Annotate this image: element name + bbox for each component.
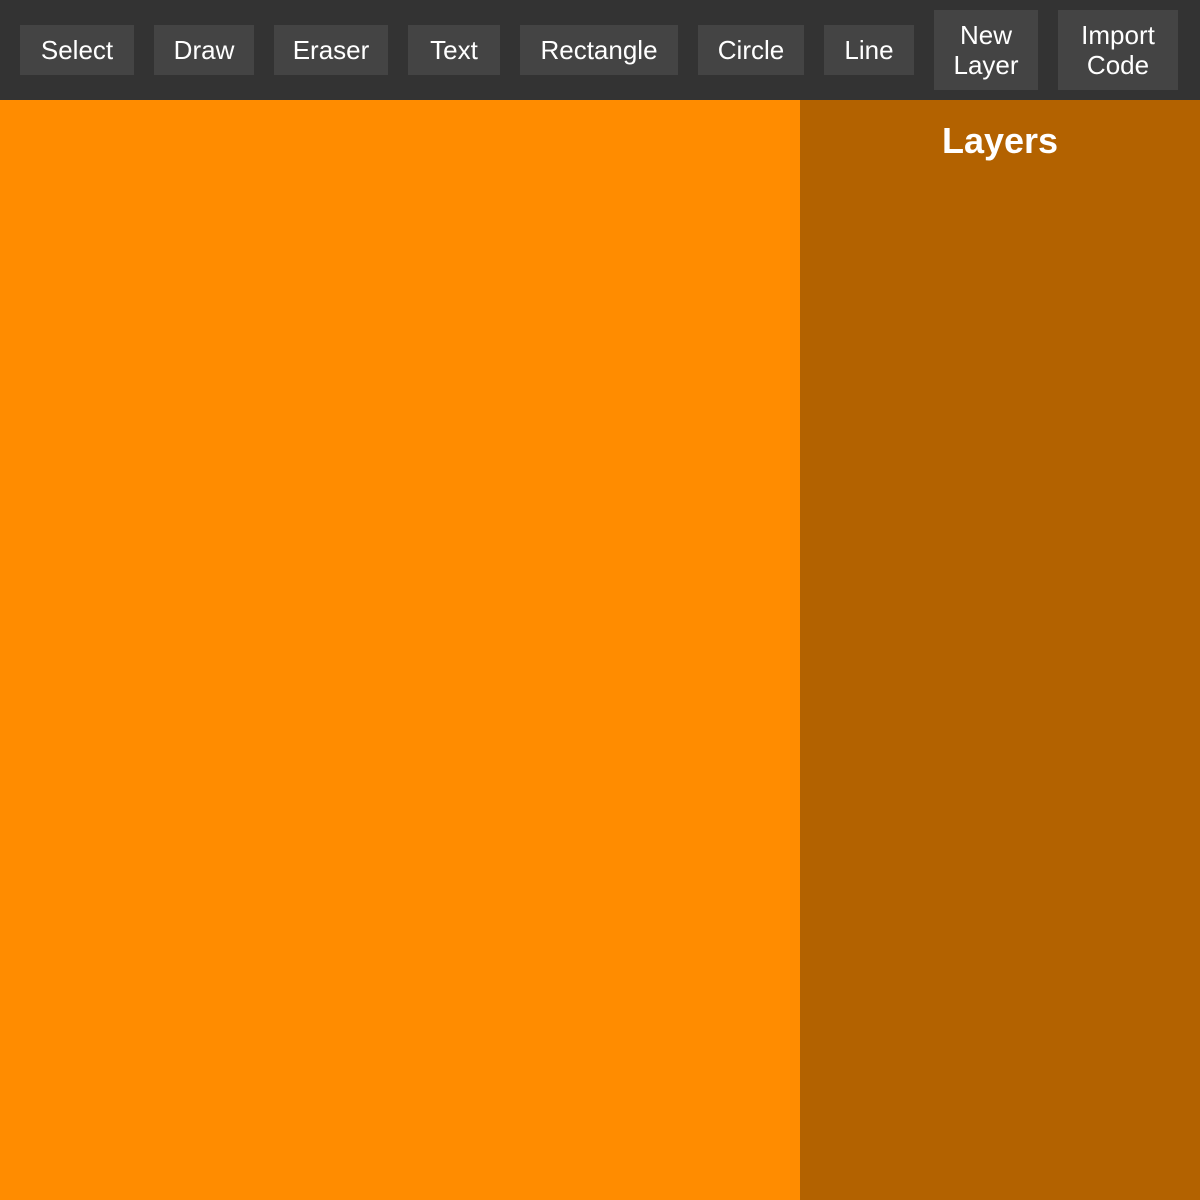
drawing-canvas[interactable] [0,100,800,1200]
new-layer-button[interactable]: New Layer [934,10,1038,90]
draw-tool-button[interactable]: Draw [154,25,254,75]
text-tool-button[interactable]: Text [408,25,500,75]
select-tool-button[interactable]: Select [20,25,134,75]
line-tool-button[interactable]: Line [824,25,914,75]
import-code-button[interactable]: Import Code [1058,10,1178,90]
rectangle-tool-button[interactable]: Rectangle [520,25,678,75]
toolbar: Select Draw Eraser Text Rectangle Circle… [0,0,1200,100]
circle-tool-button[interactable]: Circle [698,25,804,75]
eraser-tool-button[interactable]: Eraser [274,25,388,75]
layers-panel: Layers [800,100,1200,1200]
drawing-app: Select Draw Eraser Text Rectangle Circle… [0,0,1200,1200]
layers-panel-title: Layers [941,120,1059,161]
